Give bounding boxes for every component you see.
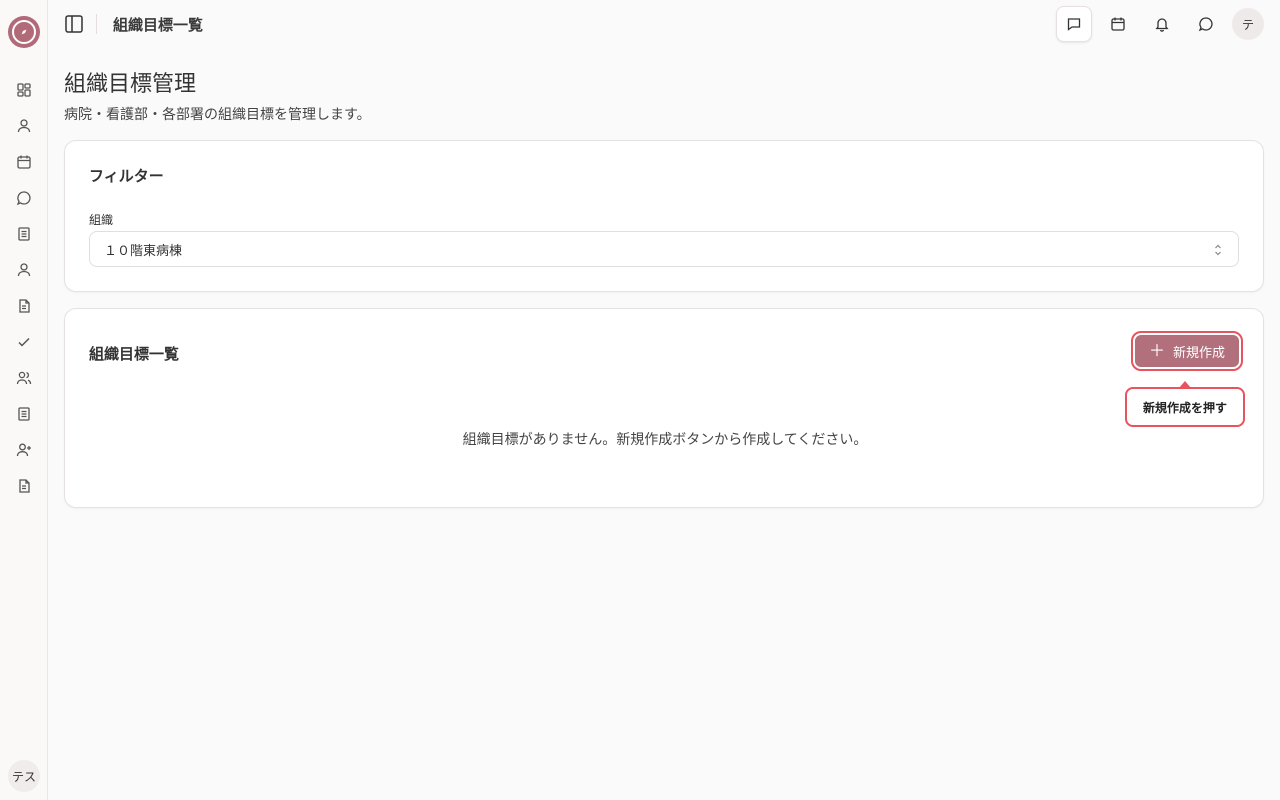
calendar-icon[interactable]: [1100, 6, 1136, 42]
app-logo[interactable]: [8, 16, 40, 48]
objectives-list-card: 組織目標一覧 ＋ 新規作成 新規作成を押す 組織目標がありません。新規作成ボタン…: [64, 308, 1264, 508]
check-icon[interactable]: [14, 332, 34, 352]
bell-icon[interactable]: [1144, 6, 1180, 42]
user-icon[interactable]: [14, 116, 34, 136]
calendar-icon[interactable]: [14, 152, 34, 172]
file-text-icon[interactable]: [14, 296, 34, 316]
create-new-button[interactable]: ＋ 新規作成: [1131, 331, 1243, 371]
users-icon[interactable]: [14, 368, 34, 388]
filter-title: フィルター: [89, 167, 164, 185]
list-title: 組織目標一覧: [89, 345, 180, 363]
chat-icon[interactable]: [14, 188, 34, 208]
notebook-icon[interactable]: [14, 404, 34, 424]
top-bar: 組織目標一覧 テ: [48, 0, 1280, 48]
message-square-icon[interactable]: [1056, 6, 1092, 42]
chevrons-up-down-icon: [1212, 242, 1224, 258]
organization-select-value: １０階東病棟: [104, 243, 183, 259]
sidebar: テス: [0, 0, 48, 800]
page-subtitle: 病院・看護部・各部署の組織目標を管理します。: [64, 107, 371, 123]
report-icon[interactable]: [14, 476, 34, 496]
organization-label: 組織: [89, 213, 114, 227]
page-title: 組織目標管理: [64, 72, 197, 97]
user-avatar[interactable]: テ: [1232, 8, 1264, 40]
header-divider: [96, 14, 97, 34]
empty-state-message: 組織目標がありません。新規作成ボタンから作成してください。: [462, 432, 868, 448]
header-title: 組織目標一覧: [113, 16, 204, 34]
hint-tooltip: 新規作成を押す: [1125, 387, 1245, 427]
compass-icon: [12, 20, 36, 44]
create-new-label: 新規作成: [1173, 345, 1226, 361]
dashboard-icon[interactable]: [14, 80, 34, 100]
document-icon[interactable]: [14, 224, 34, 244]
person-icon[interactable]: [14, 260, 34, 280]
chat-bubble-icon[interactable]: [1188, 6, 1224, 42]
filter-card: フィルター 組織 １０階東病棟: [64, 140, 1264, 292]
organization-select[interactable]: １０階東病棟: [89, 231, 1239, 267]
user-plus-icon[interactable]: [14, 440, 34, 460]
plus-icon: ＋: [1148, 341, 1165, 360]
sidebar-toggle-icon[interactable]: [62, 12, 86, 36]
user-menu-avatar[interactable]: テス: [8, 760, 40, 792]
